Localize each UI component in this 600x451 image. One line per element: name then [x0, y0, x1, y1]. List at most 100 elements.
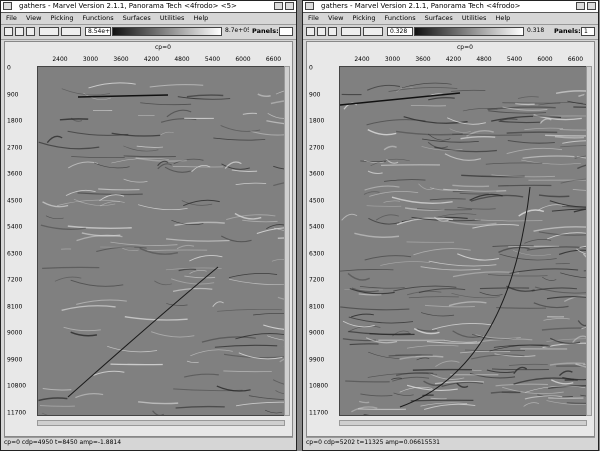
menu-utilities[interactable]: Utilities [160, 14, 184, 22]
y-tick-label: 5400 [309, 223, 325, 231]
minimize-icon[interactable] [576, 2, 585, 10]
x-tick-label: 6000 [537, 56, 553, 63]
horizontal-scrollbar[interactable] [37, 420, 285, 426]
x-axis-title: cp=0 [457, 44, 473, 51]
x-tick-label: 4200 [143, 56, 160, 63]
y-tick-label: 6300 [7, 250, 23, 257]
menu-view[interactable]: View [328, 14, 343, 22]
y-tick-label: 11700 [309, 409, 329, 416]
y-tick-label: 10800 [7, 382, 27, 390]
panels-field[interactable] [279, 27, 293, 36]
plot-area: cp=0 2400 3000 3600 4200 4800 5400 6000 6600 0 90… [4, 41, 293, 437]
menu-view[interactable]: View [26, 14, 41, 22]
status-bar: cp=0 cdp=4950 t=8450 amp=-1.8814 [4, 437, 293, 448]
menu-functions[interactable]: Functions [385, 14, 416, 22]
seismic-gather-display[interactable] [339, 66, 587, 416]
seismic-gather-display[interactable] [37, 66, 285, 416]
wiggle-display-icon[interactable] [341, 27, 361, 36]
x-tick-label: 5400 [506, 56, 523, 63]
open-icon[interactable] [4, 27, 13, 36]
x-tick-label: 4800 [174, 56, 190, 63]
y-tick-label: 10800 [309, 382, 329, 390]
menu-functions[interactable]: Functions [83, 14, 114, 22]
gather-window-right: gathers - Marvel Version 2.1.1, Panorama… [302, 0, 599, 451]
seismic-image [340, 67, 586, 415]
x-tick-label: 3600 [113, 56, 129, 63]
amplitude-max-field[interactable]: 8.7e+05 [223, 27, 249, 36]
seismic-event [430, 397, 447, 400]
menu-surfaces[interactable]: Surfaces [425, 14, 453, 22]
refresh-icon[interactable] [328, 27, 337, 36]
x-tick-label: 6600 [567, 56, 584, 63]
panels-label: Panels: [554, 27, 581, 35]
seismic-event [410, 399, 474, 402]
x-tick-label: 2400 [354, 56, 370, 63]
y-tick-label: 5400 [7, 223, 23, 231]
menu-picking[interactable]: Picking [50, 14, 73, 22]
horizontal-scrollbar[interactable] [339, 420, 587, 426]
x-axis-title: cp=0 [155, 44, 171, 51]
y-tick-label: 2700 [309, 144, 325, 151]
density-display-icon[interactable] [363, 27, 383, 36]
menu-help[interactable]: Help [193, 14, 208, 22]
y-tick-label: 900 [309, 91, 321, 98]
title-bar[interactable]: gathers - Marvel Version 2.1.1, Panorama… [1, 1, 296, 13]
y-tick-label: 900 [7, 91, 19, 98]
window-menu-icon[interactable] [3, 2, 12, 10]
minimize-icon[interactable] [274, 2, 283, 10]
menu-help[interactable]: Help [495, 14, 510, 22]
seismic-image [38, 67, 284, 415]
maximize-icon[interactable] [285, 2, 294, 10]
x-tick-label: 3600 [415, 56, 431, 63]
y-tick-label: 3600 [7, 170, 23, 178]
menu-file[interactable]: File [308, 14, 319, 22]
x-tick-label: 6600 [265, 56, 282, 63]
open-icon[interactable] [306, 27, 315, 36]
menu-file[interactable]: File [6, 14, 17, 22]
amplitude-colorbar[interactable] [414, 27, 524, 36]
x-tick-label: 3000 [82, 56, 99, 63]
window-title: gathers - Marvel Version 2.1.1, Panorama… [321, 2, 521, 10]
amplitude-min-field[interactable]: 0.328 [387, 27, 413, 36]
y-tick-label: 11700 [7, 409, 27, 416]
y-tick-label: 9000 [309, 329, 325, 337]
save-icon[interactable] [317, 27, 326, 36]
y-tick-label: 9900 [309, 356, 325, 363]
y-tick-label: 0 [309, 64, 313, 72]
x-tick-label: 6000 [235, 56, 251, 63]
y-tick-label: 9900 [7, 356, 23, 363]
window-menu-icon[interactable] [305, 2, 314, 10]
vertical-scrollbar[interactable] [284, 66, 290, 416]
plot-area: cp=0 2400 3000 3600 4200 4800 5400 6000 6600 0 90… [306, 41, 595, 437]
x-tick-label: 4200 [445, 56, 462, 63]
y-tick-label: 8100 [7, 303, 23, 310]
y-tick-label: 0 [7, 64, 11, 72]
menu-surfaces[interactable]: Surfaces [123, 14, 151, 22]
y-tick-label: 1800 [309, 117, 325, 125]
y-tick-label: 3600 [309, 170, 325, 178]
density-display-icon[interactable] [61, 27, 81, 36]
amplitude-colorbar[interactable] [112, 27, 222, 36]
seismic-event [498, 184, 552, 187]
toolbar: 0.328 0.318 Panels: 1 [303, 24, 598, 40]
panels-field[interactable]: 1 [581, 27, 595, 36]
seismic-event [545, 134, 586, 137]
wiggle-display-icon[interactable] [39, 27, 59, 36]
amplitude-max-field[interactable]: 0.318 [525, 27, 551, 36]
y-tick-label: 4500 [7, 197, 23, 204]
seismic-event [412, 368, 472, 371]
toolbar: 8.54e+05 8.7e+05 Panels: [1, 24, 296, 40]
y-tick-label: 1800 [7, 117, 23, 125]
y-tick-label: 7200 [309, 276, 325, 284]
refresh-icon[interactable] [26, 27, 35, 36]
save-icon[interactable] [15, 27, 24, 36]
title-bar[interactable]: gathers - Marvel Version 2.1.1, Panorama… [303, 1, 598, 13]
vertical-scrollbar[interactable] [586, 66, 592, 416]
menu-utilities[interactable]: Utilities [462, 14, 486, 22]
amplitude-min-field[interactable]: 8.54e+05 [85, 27, 111, 36]
y-tick-label: 8100 [309, 303, 325, 310]
maximize-icon[interactable] [587, 2, 596, 10]
menu-picking[interactable]: Picking [352, 14, 375, 22]
x-tick-label: 2400 [52, 56, 68, 63]
y-tick-label: 9000 [7, 329, 23, 337]
